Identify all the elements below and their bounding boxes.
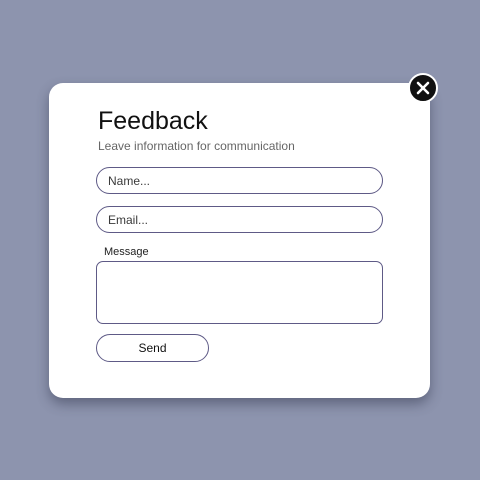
send-button[interactable]: Send (96, 334, 209, 362)
dialog-subtitle: Leave information for communication (98, 139, 295, 153)
message-field[interactable] (96, 261, 383, 324)
name-field[interactable] (96, 167, 383, 194)
close-icon (416, 81, 430, 95)
email-field[interactable] (96, 206, 383, 233)
close-button[interactable] (408, 73, 438, 103)
dialog-title: Feedback (98, 107, 208, 135)
message-label: Message (104, 246, 149, 258)
